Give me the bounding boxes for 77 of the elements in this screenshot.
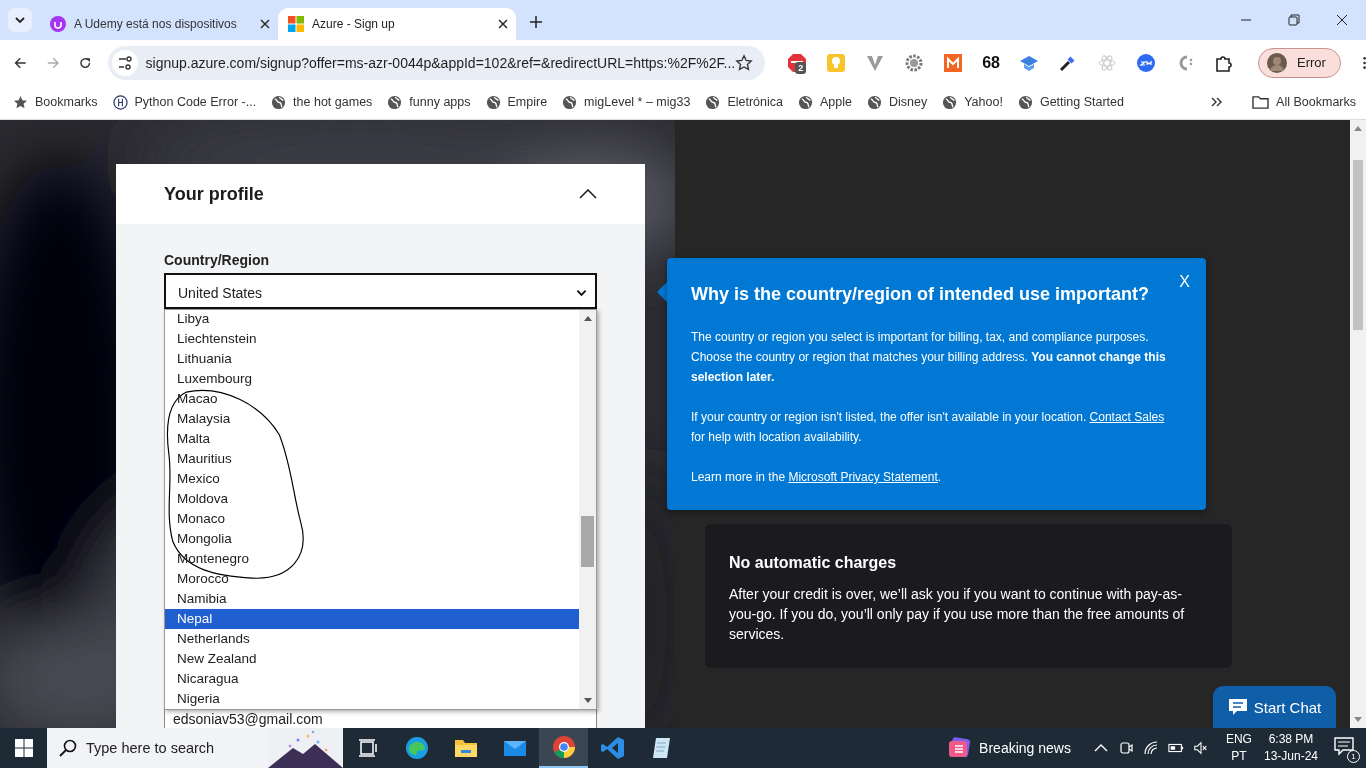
udemy-icon <box>50 16 66 32</box>
restore-icon[interactable] <box>1288 14 1300 26</box>
muted-speaker-icon[interactable] <box>1192 740 1209 756</box>
bookmark[interactable]: Bookmarks <box>13 94 98 110</box>
close-icon[interactable] <box>1336 14 1348 26</box>
globe-icon <box>798 94 813 110</box>
start-icon[interactable] <box>15 739 33 757</box>
taskbar-app[interactable] <box>539 728 588 768</box>
globe-icon <box>867 94 882 110</box>
code-editor-icon <box>600 736 625 760</box>
news-widget[interactable]: Breaking news <box>947 736 1071 760</box>
popover-text: Learn more in the Microsoft Privacy Statement. <box>691 469 943 486</box>
chrome-icon <box>551 735 576 759</box>
bookmark[interactable]: Disney <box>867 94 928 110</box>
m-logo-extension-icon[interactable] <box>943 52 964 73</box>
close-icon[interactable] <box>260 19 270 29</box>
windows-logo-icon <box>288 16 304 32</box>
folder-icon <box>1252 94 1270 110</box>
popover-title: Why is the country/region of intended use important? <box>691 284 1150 305</box>
bookmark[interactable]: migLevel * – mig33 <box>562 94 691 110</box>
menu-icon[interactable] <box>1362 54 1366 71</box>
more-bookmarks-icon[interactable] <box>1211 97 1224 107</box>
browser-tab[interactable]: Azure - Sign up <box>278 8 516 40</box>
bookmark-star-icon[interactable] <box>735 53 754 72</box>
bookmark[interactable]: Getting Started <box>1017 94 1124 110</box>
contact-sales-link[interactable]: Contact Sales <box>1089 410 1165 424</box>
close-button[interactable]: X <box>1179 273 1190 291</box>
browser-tab[interactable]: A Udemy está nos dispositivos <box>40 8 278 40</box>
taskbar-search-field[interactable]: Type here to search <box>47 728 343 768</box>
star-icon <box>13 94 28 110</box>
new-tab-icon[interactable] <box>530 16 542 28</box>
caret-icon <box>14 16 26 24</box>
start-chat-button[interactable]: Start Chat <box>1213 686 1336 728</box>
scroll-up-icon[interactable] <box>1354 126 1362 131</box>
globe-icon <box>485 94 501 110</box>
bookmark[interactable]: Apple <box>798 94 852 110</box>
globe-icon <box>562 94 578 110</box>
popover-text: The country or region you select is important for billing, tax, and compliance purposes. Choose the country or region that matches your billing address. You cannot change this selection later. <box>691 329 1167 386</box>
all-bookmarks-button[interactable]: All Bookmarks <box>1252 94 1356 110</box>
round-logo-extension-icon[interactable] <box>1136 52 1156 73</box>
globe-icon <box>705 94 721 110</box>
bookmark[interactable]: Yahoo! <box>942 94 1003 110</box>
globe-icon <box>942 94 958 110</box>
popover-text: If your country or region isn't listed, the offer isn't available in your location. Contact Sales for help with location availability. <box>691 409 1166 446</box>
clock[interactable]: 6:38 PM 13-Jun-24 <box>1263 731 1318 765</box>
bookmark[interactable]: Eletrónica <box>705 94 783 110</box>
tab-search-button[interactable] <box>8 8 32 32</box>
notifications-icon[interactable] <box>1334 737 1356 757</box>
globe-icon <box>271 94 287 110</box>
camera-icon[interactable] <box>1117 740 1134 756</box>
search-icon <box>59 739 77 757</box>
wifi-icon[interactable] <box>1142 740 1159 756</box>
language-indicator[interactable]: ENG PT <box>1225 731 1252 765</box>
extension-badge: 2 <box>795 61 807 74</box>
site-icon <box>112 94 128 110</box>
profile-button[interactable]: Error <box>1258 47 1341 78</box>
bookmark[interactable]: Empire <box>485 94 548 110</box>
bookmark[interactable]: the hot games <box>271 94 373 110</box>
globe-icon <box>387 94 403 110</box>
chat-icon <box>1227 698 1248 716</box>
gear-extension-icon[interactable] <box>904 52 925 73</box>
scrollbar-thumb[interactable] <box>1353 160 1363 330</box>
card-title: No automatic charges <box>729 554 898 572</box>
close-icon[interactable] <box>498 19 508 29</box>
privacy-statement-link[interactable]: Microsoft Privacy Statement <box>788 470 938 484</box>
globe-icon <box>1017 94 1033 110</box>
notification-count: 1 <box>1347 750 1360 763</box>
scroll-down-icon[interactable] <box>1354 717 1362 722</box>
avatar-icon <box>1267 52 1287 73</box>
card-text: After your credit is over, we’ll ask you if you want to continue with pay-as-you-go. If you do, you’ll only pay if you use more than the free amounts of services. <box>729 585 1186 644</box>
site-settings-icon[interactable] <box>111 49 138 76</box>
edge-icon <box>404 736 429 760</box>
address-bar[interactable]: signup.azure.com/signup?offer=ms-azr-0044p&appId=102&ref=&redirectURL=https:%2F%2F... <box>107 45 766 80</box>
bookmark[interactable]: funny apps <box>387 94 471 110</box>
bookmark[interactable]: Python Code Error -... <box>112 94 257 110</box>
news-icon <box>947 736 972 760</box>
extension-counter[interactable]: 68 <box>982 53 1000 72</box>
